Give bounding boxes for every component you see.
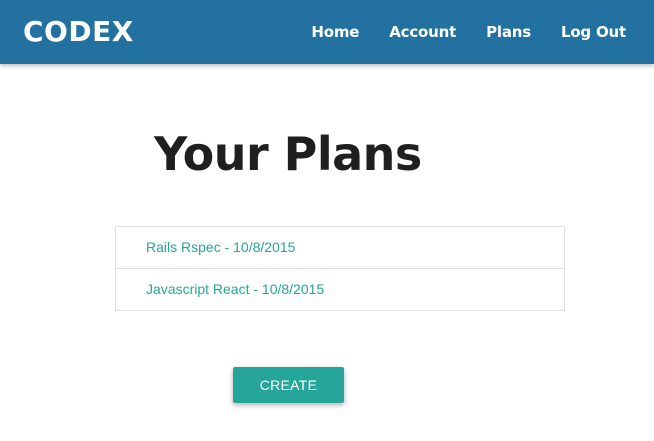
- plan-item-javascript-react[interactable]: Javascript React - 10/8/2015: [116, 269, 564, 310]
- brand-logo[interactable]: CODEX: [23, 15, 134, 49]
- create-button[interactable]: CREATE: [233, 367, 344, 403]
- top-navbar: CODEX Home Account Plans Log Out: [0, 0, 654, 64]
- plan-item-rails-rspec[interactable]: Rails Rspec - 10/8/2015: [116, 227, 564, 269]
- nav-link-home[interactable]: Home: [311, 22, 359, 42]
- nav-links: Home Account Plans Log Out: [311, 22, 626, 42]
- plan-list: Rails Rspec - 10/8/2015 Javascript React…: [115, 226, 565, 311]
- nav-link-log-out[interactable]: Log Out: [561, 22, 626, 42]
- page-title: Your Plans: [154, 127, 422, 181]
- nav-link-account[interactable]: Account: [389, 22, 456, 42]
- nav-link-plans[interactable]: Plans: [486, 22, 531, 42]
